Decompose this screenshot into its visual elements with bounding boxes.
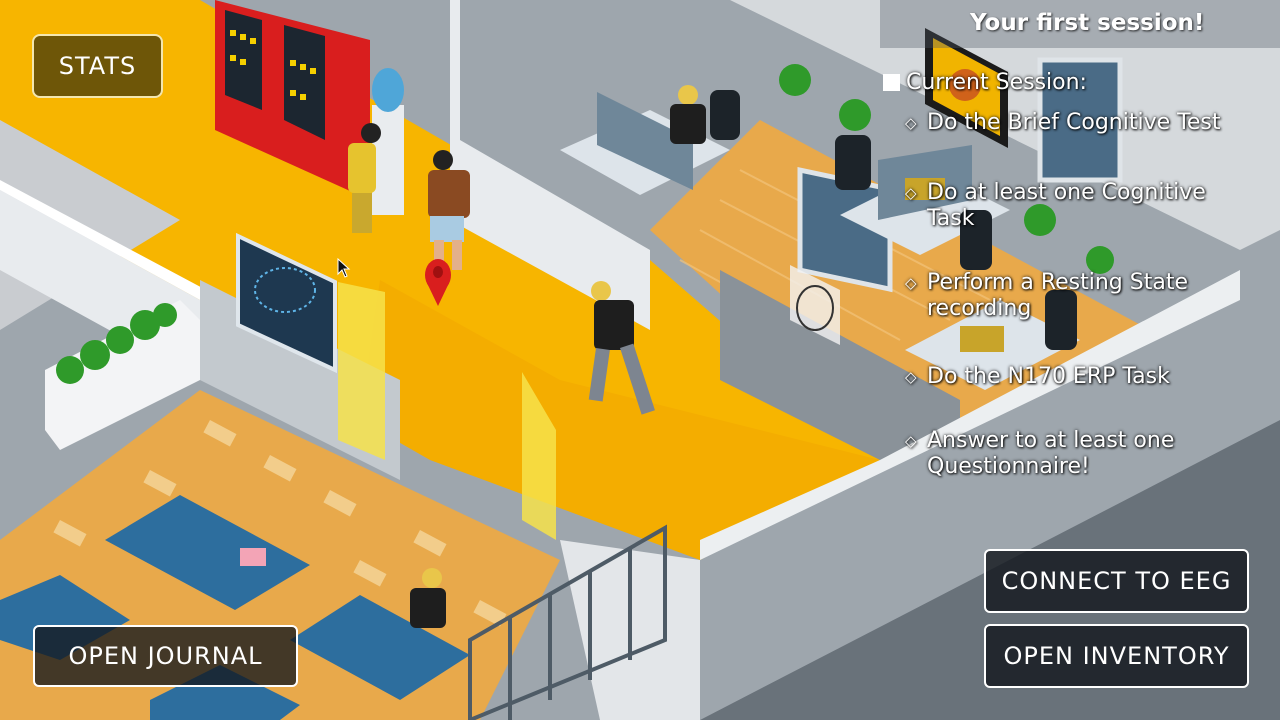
task-item: ◇ Do at least one Cognitive Task [905,180,1255,232]
task-label: Perform a Resting State recording [927,270,1188,321]
checkbox-icon [883,73,900,91]
stats-button-label: STATS [58,52,137,80]
session-objectives-panel: Current Session: ◇ Do the Brief Cognitiv… [883,66,1263,479]
diamond-icon: ◇ [905,274,917,292]
diamond-icon: ◇ [905,184,917,202]
session-title: Your first session! [970,10,1205,36]
current-session-header: Current Session: [883,66,1263,98]
task-label: Answer to at least one Questionnaire! [927,428,1175,479]
task-item: ◇ Answer to at least one Questionnaire! [905,428,1255,480]
diamond-icon: ◇ [905,114,917,132]
task-label: Do the N170 ERP Task [927,364,1170,389]
open-inventory-label: OPEN INVENTORY [1003,642,1230,670]
task-item: ◇ Do the Brief Cognitive Test [905,110,1255,136]
mouse-cursor-icon [337,258,351,278]
diamond-icon: ◇ [905,368,917,386]
connect-eeg-button[interactable]: CONNECT TO EEG [984,549,1249,613]
open-inventory-button[interactable]: OPEN INVENTORY [984,624,1249,688]
glass-door-upper [338,282,385,460]
diamond-icon: ◇ [905,432,917,450]
open-journal-button[interactable]: OPEN JOURNAL [33,625,298,687]
open-journal-label: OPEN JOURNAL [68,642,263,670]
current-session-label: Current Session: [906,69,1087,95]
task-item: ◇ Perform a Resting State recording [905,270,1255,322]
task-label: Do the Brief Cognitive Test [927,110,1221,135]
task-item: ◇ Do the N170 ERP Task [905,364,1255,390]
connect-eeg-label: CONNECT TO EEG [1001,567,1232,595]
stats-button[interactable]: STATS [32,34,163,98]
task-label: Do at least one Cognitive Task [927,180,1206,231]
water-cooler [372,68,404,215]
